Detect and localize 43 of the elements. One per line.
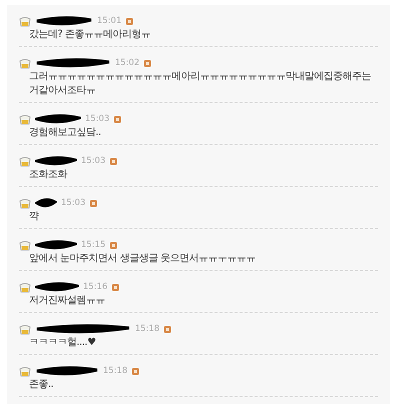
comment-text: 조화조화	[29, 168, 68, 182]
comment-time: 15:02	[115, 56, 140, 70]
redaction-scribble	[35, 156, 77, 166]
reply-icon[interactable]	[164, 326, 170, 332]
comment-time: 15:01	[97, 14, 122, 28]
redaction-scribble	[35, 114, 81, 124]
comment-text: 꺅	[29, 210, 40, 224]
reply-icon[interactable]	[90, 200, 96, 206]
comment-text: 경험해보고싶닼..	[29, 126, 102, 140]
comment-time: 15:03	[61, 196, 86, 210]
reply-icon[interactable]	[114, 116, 120, 122]
comment-time: 15:03	[85, 112, 110, 126]
reply-icon[interactable]	[110, 158, 116, 164]
redaction-scribble	[35, 282, 79, 292]
avatar-icon	[19, 16, 31, 26]
avatar-icon	[19, 198, 31, 208]
redaction-scribble	[35, 366, 99, 376]
comment-text: 저거진짜설렘ㅠㅠ	[29, 294, 106, 308]
comment-text: 앞에서 눈마주치면서 생글생글 웃으면서ㅠㅠㅜㅠㅠㅠ	[29, 252, 257, 266]
reply-icon[interactable]	[112, 284, 118, 290]
reply-icon[interactable]	[110, 242, 116, 248]
comment-text: 그러ㅠㅠㅠㅠㅠㅠㅠㅠㅠㅠㅠㅠㅠ메아리ㅠㅠㅠㅠㅠㅠㅠㅠㅠ막내말에집중해주는거같아서조타ㅠ	[29, 70, 372, 98]
redaction-scribble	[35, 198, 57, 208]
avatar-icon	[19, 366, 31, 376]
comment-time: 15:15	[81, 238, 106, 252]
reply-icon[interactable]	[126, 18, 132, 24]
comment-time: 15:03	[81, 154, 106, 168]
comment-text: 갔는데? 존좋ㅠㅠ메아리형ㅠ	[29, 28, 152, 42]
comment-time: 15:16	[83, 280, 108, 294]
avatar-icon	[19, 240, 31, 250]
avatar-icon	[19, 324, 31, 334]
avatar-icon	[19, 58, 31, 68]
avatar-icon	[19, 114, 31, 124]
reply-icon[interactable]	[132, 368, 138, 374]
reply-icon[interactable]	[144, 60, 150, 66]
avatar-icon	[19, 282, 31, 292]
comment-text: 존좋..	[29, 378, 54, 392]
redaction-scribble	[35, 240, 77, 250]
comment-time: 15:18	[103, 364, 128, 378]
redaction-scribble	[35, 16, 93, 26]
comment-text: ㅋㅋㅋㅋ헐....♥	[29, 336, 97, 350]
avatar-icon	[19, 156, 31, 166]
comment-time: 15:18	[135, 322, 160, 336]
